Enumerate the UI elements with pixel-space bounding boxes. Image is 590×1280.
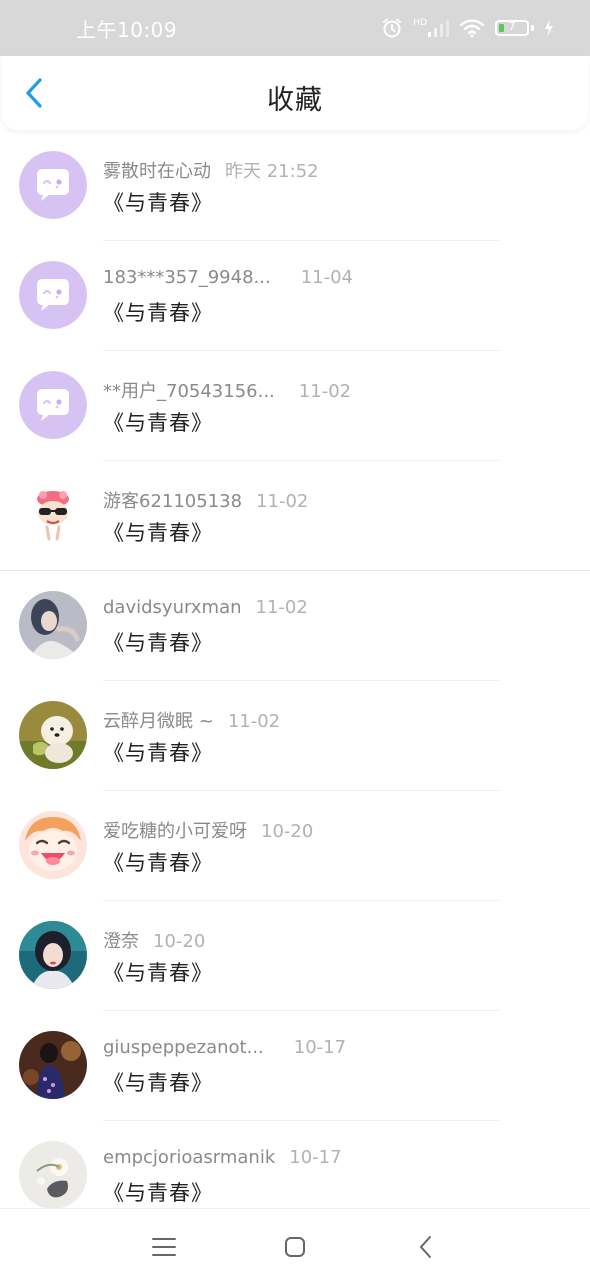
puppy-photo-avatar-icon (19, 701, 87, 769)
back-triangle-icon (420, 1236, 431, 1258)
anime-laughing-avatar-icon (19, 811, 87, 879)
user-name-text: davidsyurxman (103, 597, 242, 618)
menu-button[interactable] (144, 1229, 184, 1265)
user-name-text: 云醉月微眠 ~ (103, 711, 214, 732)
user-name: empcjorioasrmanik 10-17 (103, 1147, 342, 1168)
item-title: 《与青春》 (103, 191, 213, 215)
list-item[interactable]: 雾散时在心动 昨天 21:52 《与青春》 (0, 131, 590, 241)
item-title: 《与青春》 (103, 631, 213, 655)
timestamp: 昨天 21:52 (225, 161, 319, 182)
timestamp: 11-02 (298, 381, 352, 402)
timestamp: 10-20 (153, 931, 206, 952)
item-title: 《与青春》 (103, 411, 213, 435)
status-bar: 上午10:09 HD 7 (0, 0, 590, 56)
item-title: 《与青春》 (103, 741, 213, 765)
home-square-icon (285, 1237, 305, 1257)
wifi-icon (459, 19, 485, 38)
status-time: 上午10:09 (76, 17, 178, 42)
portrait-photo-avatar-icon (19, 921, 87, 989)
user-name: 爱吃糖的小可爱呀 10-20 (103, 817, 313, 843)
list-item[interactable]: 澄奈 10-20 《与青春》 (0, 901, 590, 1011)
user-name: davidsyurxman 11-02 (103, 597, 308, 618)
night-photo-avatar-icon (19, 1031, 87, 1099)
user-name-text: 雾散时在心动 (103, 161, 211, 182)
timestamp: 11-02 (227, 711, 281, 732)
signal-icon (428, 20, 449, 37)
page-title: 收藏 (267, 85, 323, 116)
avatar[interactable] (19, 701, 87, 769)
avatar[interactable] (19, 151, 87, 219)
user-name-text: 游客621105138 (103, 491, 243, 512)
user-name-text: giuspeppezanot... (103, 1037, 264, 1058)
list-item[interactable]: **用户_70543156... 11-02 《与青春》 (0, 351, 590, 461)
default-chat-avatar-icon (19, 261, 87, 329)
avatar[interactable] (19, 261, 87, 329)
timestamp: 10-20 (261, 821, 314, 842)
user-name-text: **用户_70543156... (103, 381, 275, 402)
list-item[interactable]: davidsyurxman 11-02 《与青春》 (0, 571, 590, 681)
avatar[interactable] (19, 1141, 87, 1209)
header: 收藏 (2, 56, 588, 130)
item-title: 《与青春》 (103, 1071, 213, 1095)
network-label: HD (413, 18, 427, 28)
list-item[interactable]: 183***357_9948... 11-04 《与青春》 (0, 241, 590, 351)
user-name: 澄奈 10-20 (103, 927, 205, 953)
user-name: 雾散时在心动 昨天 21:52 (103, 157, 319, 183)
avatar[interactable] (19, 481, 87, 549)
avatar[interactable] (19, 1031, 87, 1099)
avatar[interactable] (19, 811, 87, 879)
user-name: giuspeppezanot... 10-17 (103, 1037, 346, 1058)
timestamp: 10-17 (289, 1147, 342, 1168)
list-item[interactable]: giuspeppezanot... 10-17 《与青春》 (0, 1011, 590, 1121)
user-name-text: 澄奈 (103, 931, 139, 952)
default-chat-avatar-icon (19, 151, 87, 219)
timestamp: 10-17 (293, 1037, 347, 1058)
flower-photo-avatar-icon (19, 1141, 87, 1209)
user-name-text: 爱吃糖的小可爱呀 (103, 821, 247, 842)
user-name: 云醉月微眠 ~ 11-02 (103, 707, 280, 733)
item-title: 《与青春》 (103, 301, 213, 325)
item-title: 《与青春》 (103, 1181, 213, 1205)
system-navbar (0, 1208, 590, 1280)
back-nav-button[interactable] (406, 1229, 446, 1265)
favorites-list: 雾散时在心动 昨天 21:52 《与青春》 183***357_9948... 11… (0, 131, 590, 1231)
user-name: 游客621105138 11-02 (103, 487, 308, 513)
timestamp: 11-04 (300, 267, 353, 288)
timestamp: 11-02 (255, 597, 308, 618)
item-title: 《与青春》 (103, 851, 213, 875)
item-title: 《与青春》 (103, 521, 213, 545)
photo-avatar-icon (19, 591, 87, 659)
alarm-icon (383, 18, 402, 38)
list-item[interactable]: 爱吃糖的小可爱呀 10-20 《与青春》 (0, 791, 590, 901)
home-button[interactable] (275, 1229, 315, 1265)
cartoon-sunglasses-avatar-icon (19, 481, 87, 549)
list-item[interactable]: 云醉月微眠 ~ 11-02 《与青春》 (0, 681, 590, 791)
avatar[interactable] (19, 921, 87, 989)
status-icons: HD 7 (381, 17, 554, 39)
user-name-text: empcjorioasrmanik (103, 1147, 276, 1168)
item-title: 《与青春》 (103, 961, 213, 985)
user-name: **用户_70543156... 11-02 (103, 377, 351, 403)
battery-icon: 7 (495, 20, 534, 36)
list-item[interactable]: 游客621105138 11-02 《与青春》 (0, 461, 590, 571)
user-name: 183***357_9948... 11-04 (103, 267, 353, 288)
timestamp: 11-02 (256, 491, 309, 512)
avatar[interactable] (19, 591, 87, 659)
charging-icon (545, 19, 553, 37)
user-name-text: 183***357_9948... (103, 267, 271, 288)
avatar[interactable] (19, 371, 87, 439)
battery-level: 7 (508, 20, 516, 33)
menu-icon (152, 1238, 176, 1256)
default-chat-avatar-icon (19, 371, 87, 439)
